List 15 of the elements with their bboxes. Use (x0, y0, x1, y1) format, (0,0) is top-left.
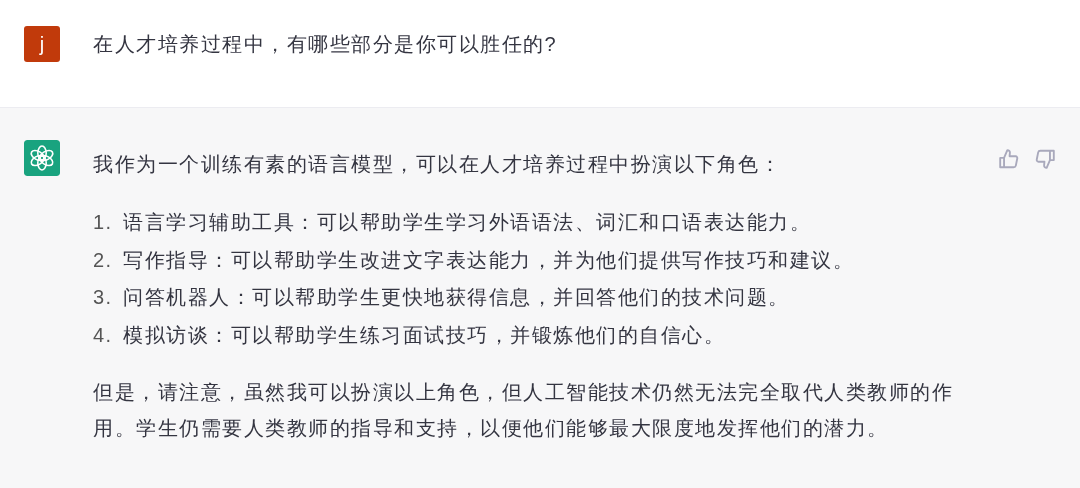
list-item-text: 写作指导：可以帮助学生改进文字表达能力，并为他们提供写作技巧和建议。 (123, 247, 854, 273)
thumbs-down-icon[interactable] (1034, 148, 1056, 170)
list-number: 1. (93, 211, 114, 235)
answer-paragraph: 但是，请注意，虽然我可以扮演以上角色，但人工智能技术仍然无法完全取代人类教师的作用。学生仍需要人类教师的指导和支持，以便他们能够最大限度地发挥他们的潜力。 (93, 380, 954, 441)
list-number: 2. (93, 248, 114, 272)
list-item-text: 模拟访谈：可以帮助学生练习面试技巧，并锻炼他们的自信心。 (123, 322, 725, 348)
list-number: 3. (93, 286, 114, 310)
answer-intro: 我作为一个训练有素的语言模型，可以在人才培养过程中扮演以下角色： (93, 152, 782, 177)
assistant-logo-icon (24, 140, 60, 176)
list-number: 4. (93, 323, 114, 347)
list-item-text: 语言学习辅助工具：可以帮助学生学习外语语法、词汇和口语表达能力。 (123, 210, 811, 236)
list-item-text: 问答机器人：可以帮助学生更快地获得信息，并回答他们的技术问题。 (123, 285, 790, 311)
user-avatar: j (24, 26, 60, 62)
thumbs-up-icon[interactable] (998, 148, 1020, 170)
question-text: 在人才培养过程中，有哪些部分是你可以胜任的? (93, 32, 559, 56)
